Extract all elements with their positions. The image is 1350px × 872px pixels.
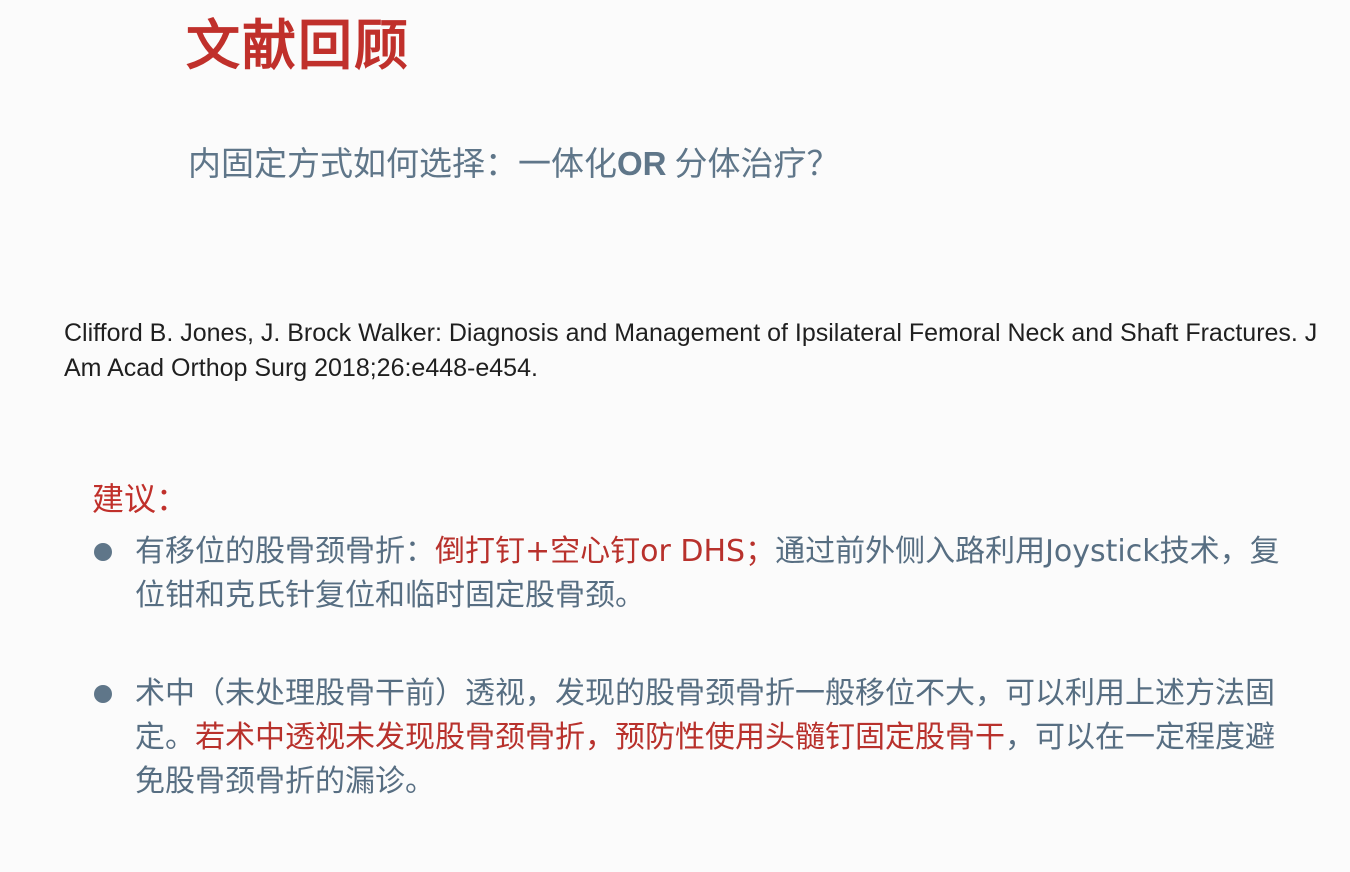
subtitle-question-part2: 分体治疗？ [674,144,840,183]
advice-heading: 建议： [92,480,189,518]
bullet-highlight-text: 倒打钉+空心钉or DHS； [435,534,776,569]
bullet-item: 术中（未处理股骨干前）透视，发现的股骨颈骨折一般移位不大，可以利用上述方法固定。… [92,672,1302,804]
subtitle-or: OR [617,145,667,182]
slide-title: 文献回顾 [186,14,410,77]
bullet-dot-icon [94,543,112,561]
slide-subtitle: 内固定方式如何选择：一体化OR 分体治疗？ [188,140,840,188]
literature-reference: Clifford B. Jones, J. Brock Walker: Diag… [64,319,1318,382]
bullet-text-part: 有移位的股骨颈骨折： [135,534,435,569]
subtitle-question-part1: 内固定方式如何选择：一体化 [188,144,617,183]
bullet-item: 有移位的股骨颈骨折：倒打钉+空心钉or DHS；通过前外侧入路利用Joystic… [92,530,1302,618]
bullet-dot-icon [94,685,112,703]
bullet-highlight-text: 若术中透视未发现股骨颈骨折，预防性使用头髓钉固定股骨干 [195,720,1005,755]
bullet-text: 术中（未处理股骨干前）透视，发现的股骨颈骨折一般移位不大，可以利用上述方法固定。… [135,672,1302,804]
bullet-text: 有移位的股骨颈骨折：倒打钉+空心钉or DHS；通过前外侧入路利用Joystic… [135,530,1302,618]
